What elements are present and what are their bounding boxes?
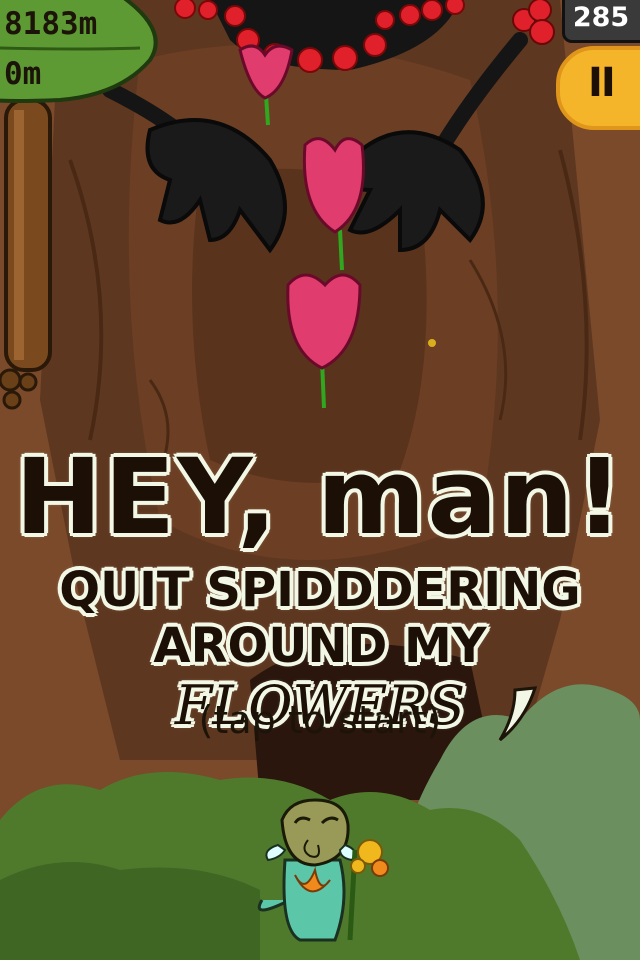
distance-current: 0m <box>4 56 42 92</box>
berry-counter: 285 <box>512 0 640 46</box>
berries-icon <box>512 0 555 45</box>
distance-best: 8183m <box>4 6 98 42</box>
pause-icon: II <box>588 60 616 106</box>
berry-count: 285 <box>572 2 630 33</box>
splash-line-2: QUIT SPIDDDERING <box>59 562 581 618</box>
splash-line-3-prefix: AROUND MY <box>153 618 487 674</box>
splash-headline: HEY, man! <box>15 436 625 558</box>
pause-button[interactable]: II <box>556 46 640 130</box>
tap-to-start[interactable]: (tap to start) <box>0 698 640 742</box>
